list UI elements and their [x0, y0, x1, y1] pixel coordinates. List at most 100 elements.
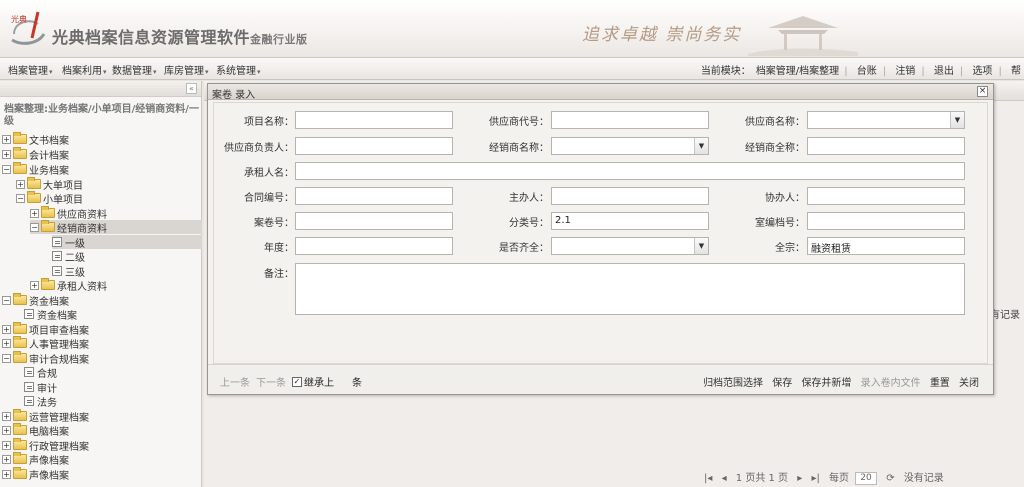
chevron-down-icon: ▼	[950, 112, 964, 128]
archive-scope-button[interactable]: 归档范围选择	[703, 378, 763, 389]
collapse-node-icon: −	[2, 353, 11, 363]
complete-select[interactable]: ▼	[551, 237, 709, 255]
link-options[interactable]: 选项	[969, 66, 995, 77]
tree-node-dealer[interactable]: − 经销商资料	[30, 220, 202, 235]
lessee-input[interactable]	[295, 162, 965, 180]
volume-no-input[interactable]	[295, 212, 453, 230]
expand-icon: +	[16, 179, 25, 189]
tree-node-big-project[interactable]: + 大单项目	[16, 177, 83, 192]
link-exit[interactable]: 退出	[931, 66, 957, 77]
folder-icon	[27, 191, 41, 203]
tree-node-compliance[interactable]: 合规	[24, 365, 57, 380]
label-volume-no: 案卷号：	[254, 218, 294, 229]
last-page-icon[interactable]: ▸|	[811, 473, 819, 484]
folder-icon	[13, 467, 27, 479]
refresh-icon[interactable]: ⟳	[886, 473, 894, 484]
enter-volume-files-button[interactable]: 录入卷内文件	[861, 378, 921, 389]
supplier-name-select[interactable]: ▼	[807, 111, 965, 129]
tree-node-project-review[interactable]: + 项目审查档案	[2, 322, 89, 337]
link-logout[interactable]: 注销	[892, 66, 918, 77]
per-page-input[interactable]: 20	[855, 471, 878, 485]
close-icon[interactable]: ×	[977, 86, 988, 97]
menu-system-mgmt[interactable]: 系统管理▾	[216, 62, 261, 77]
tree-node-audit-leaf[interactable]: 审计	[24, 380, 57, 395]
tree-node-hr[interactable]: + 人事管理档案	[2, 336, 89, 351]
breadcrumb: 档案整理:业务档案/小单项目/经销商资料/一级	[4, 104, 199, 127]
save-and-new-button[interactable]: 保存并新增	[801, 378, 851, 389]
tree-node-operations[interactable]: + 运营管理档案	[2, 409, 89, 424]
next-page-icon[interactable]: ▸	[797, 473, 802, 484]
next-record-button[interactable]: 下一条	[256, 374, 286, 389]
save-button[interactable]: 保存	[772, 378, 792, 389]
expand-icon: +	[30, 280, 39, 290]
year-input[interactable]	[295, 237, 453, 255]
tree-node-computer[interactable]: + 电脑档案	[2, 423, 69, 438]
label-archive-no: 室编档号：	[755, 218, 805, 229]
folder-icon	[13, 423, 27, 435]
form-area: 项目名称： 供应商代号： 供应商名称： ▼ 供应商负责人： 经销商名称： ▼ 经…	[213, 102, 988, 364]
prev-record-button[interactable]: 上一条	[220, 374, 250, 389]
link-ledger[interactable]: 台账	[854, 66, 880, 77]
tree-node-small-project[interactable]: − 小单项目	[16, 191, 83, 206]
tree-node-av2[interactable]: + 声像档案	[2, 467, 69, 482]
project-name-input[interactable]	[295, 111, 453, 129]
handler-input[interactable]	[551, 187, 709, 205]
top-right-nav: 当前模块： 档案管理/档案整理 | 台账 | 注销 | 退出 | 选项 | 帮	[698, 62, 1024, 77]
reset-button[interactable]: 重置	[930, 378, 950, 389]
menu-storage-mgmt[interactable]: 库房管理▾	[164, 62, 209, 77]
pavilion-icon	[748, 16, 858, 56]
app-title: 光典档案信息资源管理软件金融行业版	[52, 24, 308, 48]
tree-node-av1[interactable]: + 声像档案	[2, 452, 69, 467]
folder-icon	[13, 322, 27, 334]
close-button[interactable]: 关闭	[959, 378, 979, 389]
link-help[interactable]: 帮	[1008, 66, 1024, 77]
folder-icon	[13, 336, 27, 348]
label-supplier-code: 供应商代号：	[489, 117, 549, 128]
menu-archive-mgmt[interactable]: 档案管理▾	[8, 62, 53, 77]
class-no-input[interactable]: 2.1	[551, 212, 709, 230]
tree-node-legal[interactable]: 法务	[24, 394, 57, 409]
assistant-input[interactable]	[807, 187, 965, 205]
supplier-code-input[interactable]	[551, 111, 709, 129]
remarks-textarea[interactable]	[295, 263, 965, 315]
inherit-label: 继承上	[304, 378, 334, 389]
tree-node-supplier[interactable]: + 供应商资料	[30, 206, 107, 221]
tree-node-funds-leaf[interactable]: 资金档案	[24, 307, 77, 322]
dealer-name-select[interactable]: ▼	[551, 137, 709, 155]
label-fonds: 全宗：	[775, 243, 805, 254]
tree-node-docs[interactable]: + 文书档案	[2, 132, 69, 147]
prev-page-icon[interactable]: ◂	[722, 473, 727, 484]
tree-node-accounting[interactable]: + 会计档案	[2, 147, 69, 162]
tree-node-audit[interactable]: − 审计合规档案	[2, 351, 89, 366]
label-supplier-name: 供应商名称：	[745, 117, 805, 128]
leaf-icon	[52, 251, 62, 261]
menu-archive-use[interactable]: 档案利用▾	[62, 62, 107, 77]
tree-node-level2[interactable]: 二级	[52, 249, 85, 264]
folder-icon	[13, 293, 27, 305]
archive-no-input[interactable]	[807, 212, 965, 230]
label-project-name: 项目名称：	[244, 117, 294, 128]
supplier-contact-input[interactable]	[295, 137, 453, 155]
dialog-title: 案卷 录入	[212, 90, 256, 101]
current-module: 档案管理/档案整理	[755, 66, 840, 77]
collapse-node-icon: −	[2, 164, 11, 174]
contract-no-input[interactable]	[295, 187, 453, 205]
dialog-footer: 上一条 下一条 ✓ 继承上 条 归档范围选择 保存 保存并新增 录入卷内文件 重…	[208, 364, 993, 394]
tree-node-funds[interactable]: − 资金档案	[2, 293, 69, 308]
expand-icon: +	[2, 324, 11, 334]
tree-node-level3[interactable]: 三级	[52, 264, 85, 279]
tree-node-level1[interactable]: 一级	[52, 235, 202, 250]
label-complete: 是否齐全：	[499, 243, 549, 254]
collapse-icon[interactable]: «	[186, 83, 197, 94]
fonds-input[interactable]: 融资租赁	[807, 237, 965, 255]
tree-node-business[interactable]: − 业务档案	[2, 162, 69, 177]
inherit-checkbox[interactable]: ✓	[292, 376, 302, 387]
leaf-icon	[52, 237, 62, 247]
tree-node-lessee[interactable]: + 承租人资料	[30, 278, 107, 293]
tree-node-admin[interactable]: + 行政管理档案	[2, 438, 89, 453]
first-page-icon[interactable]: |◂	[704, 473, 712, 484]
label-lessee: 承租人名：	[244, 168, 294, 179]
chevron-down-icon: ▼	[694, 238, 708, 254]
dealer-full-input[interactable]	[807, 137, 965, 155]
menu-data-mgmt[interactable]: 数据管理▾	[112, 62, 157, 77]
